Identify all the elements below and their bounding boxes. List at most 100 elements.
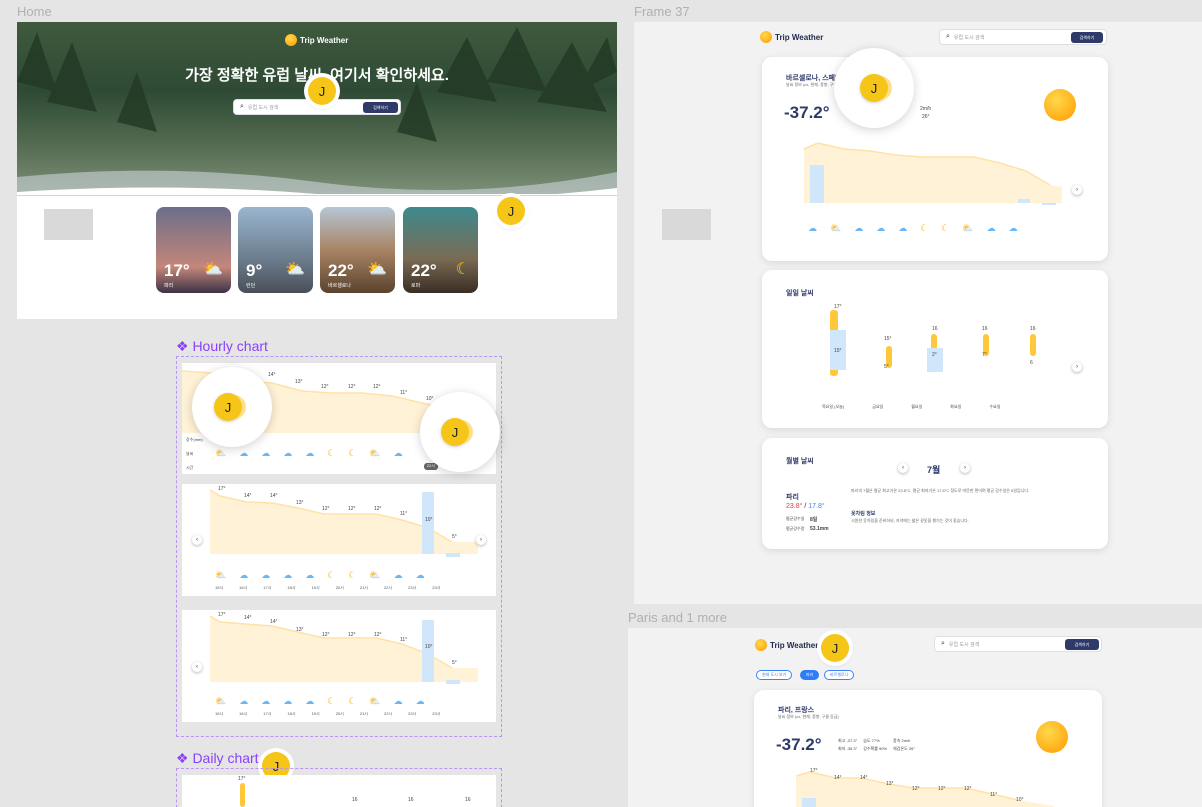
paris-search-button[interactable]: 검색하기 <box>1065 639 1099 650</box>
cloud-rain-icon: ☁ <box>239 570 249 580</box>
feel-value: 26° <box>922 114 930 120</box>
hourly-temp-label: 11° <box>400 637 408 643</box>
cloud-rain-sun-icon: ⛅ <box>285 261 305 278</box>
daily-next-button[interactable]: › <box>1072 362 1082 372</box>
city-card-barcelona[interactable]: 22° 바르셀로나 ⛅ <box>320 207 395 293</box>
hourly-temp-label: 14° <box>244 493 252 499</box>
collaborator-avatar[interactable]: J <box>821 634 849 662</box>
paris-current-card: 파리, 프랑스 날씨 정보 (cx, 현재, 풍향, 구름 등급) -37.2°… <box>754 690 1102 807</box>
daily-temp-bar <box>240 783 245 807</box>
chart-prev-button[interactable]: ‹ <box>192 535 202 545</box>
collaborator-avatar[interactable]: J <box>441 418 469 446</box>
hourly-temp-label: 13° <box>295 379 303 385</box>
clothing-title: 옷차림 정보 <box>851 511 876 517</box>
frame-label-home[interactable]: Home <box>17 4 52 19</box>
chart-next-button[interactable]: › <box>1072 185 1082 195</box>
cloud-moon-icon: ⛅ <box>369 448 381 458</box>
cloud-icon: ☁ <box>283 448 293 458</box>
time-row: 15시 16시 17시 18시 19시 20시 21시 22시 23시 23시 <box>215 711 441 716</box>
cloud-moon-icon: ⛅ <box>369 570 381 580</box>
hourly-temp-label: 12° <box>348 506 356 512</box>
precip-row-label: 강수(mm) <box>186 437 203 442</box>
hourly-temp-label: 13° <box>296 627 304 633</box>
chip-barcelona[interactable]: 바르셀로나 <box>824 670 855 680</box>
frame-label-paris[interactable]: Paris and 1 more <box>628 610 727 625</box>
chip-paris[interactable]: 파리 <box>800 670 820 680</box>
current-temp: -37.2° <box>776 735 822 754</box>
cloud-icon: ☁ <box>261 448 271 458</box>
hourly-chart-variant-3[interactable]: 17° 14° 14° 13° 12° 12° 12° 11° 10° 5° ‹… <box>182 610 496 722</box>
cloud-icon: ☁ <box>415 570 425 580</box>
month-prev-button[interactable]: ‹ <box>898 463 908 473</box>
time-row: 15시 16시 17시 18시 19시 20시 21시 22시 23시 23시 <box>215 585 441 590</box>
moon-icon: ☾ <box>348 696 357 706</box>
daily-days-row: 목요일 (오늘) 금요일 월요일 화요일 수요일 <box>822 404 1001 409</box>
cloud-icon: ☁ <box>305 570 315 580</box>
placeholder-block <box>44 209 93 240</box>
monthly-description: 파리의 7월은 평균 최고기온 23.8°C, 평균 최저기온 17.8°C 정… <box>851 488 1030 493</box>
cloud-moon-icon: ⛅ <box>369 696 381 706</box>
city-card-rome[interactable]: 22° 로마 ☾ <box>403 207 478 293</box>
hourly-temp-label: 10° <box>425 517 433 523</box>
moon-icon: ☾ <box>348 448 357 458</box>
cloud-sun-icon: ⛅ <box>215 448 227 458</box>
weather-icons-row: ⛅ ☁ ☁ ☁ ☁ ☾ ☾ ⛅ ☁ ☁ <box>215 570 425 581</box>
search-icon: ⌕ <box>946 33 950 40</box>
chart-next-button[interactable]: › <box>476 535 486 545</box>
frame37-brand[interactable]: Trip Weather <box>760 31 823 43</box>
time-row-label: 시간 <box>186 465 194 470</box>
current-weather-card: 바르셀로나, 스페인 날씨 정보 (cx, 현재, 풍향, 구름 등급) -37… <box>762 57 1108 261</box>
collaborator-avatar[interactable]: J <box>860 74 888 102</box>
cloud-rain-sun-icon: ⛅ <box>203 261 223 278</box>
paris-brand[interactable]: Trip Weather <box>755 639 818 651</box>
current-temp: -37.2° <box>784 103 830 122</box>
city-subtitle: 날씨 정보 (cx, 현재, 풍향, 구름 등급) <box>778 714 839 719</box>
rain-amount-value: 53.1mm <box>810 526 829 532</box>
daily-title: 일일 날씨 <box>786 290 814 297</box>
frame-label-frame37[interactable]: Frame 37 <box>634 4 690 19</box>
weather-row-label: 날씨 <box>186 451 194 456</box>
month-next-button[interactable]: › <box>960 463 970 473</box>
city-card-london[interactable]: 9° 런던 ⛅ <box>238 207 313 293</box>
search-icon: ⌕ <box>941 640 945 647</box>
placeholder-block <box>662 209 711 240</box>
hourly-temp-label: 17° <box>218 486 226 492</box>
moon-icon: ☾ <box>455 261 470 278</box>
hourly-temp-label: 10° <box>426 396 434 402</box>
daily-temp-bar <box>1030 334 1036 356</box>
monthly-weather-card: 월별 날씨 ‹ 7월 › 파리 23.8° / 17.8° 평균강수일 8일 평… <box>762 438 1108 549</box>
chip-current-city[interactable]: 현재 도시 보기 <box>756 670 793 680</box>
hourly-temp-label: 12° <box>348 384 356 390</box>
hourly-temp-label: 12° <box>348 632 356 638</box>
frame37-search-button[interactable]: 검색하기 <box>1071 32 1103 43</box>
chart-prev-button[interactable]: ‹ <box>192 662 202 672</box>
moon-icon: ☾ <box>327 696 336 706</box>
month-label: 7월 <box>927 465 941 475</box>
sun-icon <box>1036 721 1068 753</box>
weather-icons-row: ⛅ ☁ ☁ ☁ ☁ ☾ ☾ ⛅ ☁ ☁ <box>215 696 425 707</box>
collaborator-avatar[interactable]: J <box>308 77 336 105</box>
hourly-temp-label: 12° <box>374 506 382 512</box>
hourly-chart-variant-2[interactable]: 17° 14° 14° 13° 12° 12° 12° 11° 10° 5° ‹… <box>182 484 496 596</box>
cloud-rain-sun-icon: ⛅ <box>367 261 387 278</box>
home-brand[interactable]: Trip Weather <box>285 34 348 46</box>
wind-value: 2m/h <box>920 106 932 112</box>
cloud-icon: ☁ <box>393 570 403 580</box>
cloud-sun-icon: ⛅ <box>215 570 227 580</box>
collaborator-avatar[interactable]: J <box>214 393 242 421</box>
cloud-icon: ☁ <box>283 696 293 706</box>
daily-chart-variant-1[interactable]: 17° 16 16 16 <box>182 775 496 807</box>
collaborator-avatar[interactable]: J <box>497 197 525 225</box>
hero-divider <box>17 195 617 196</box>
hourly-temp-label: 12° <box>322 632 330 638</box>
moon-icon: ☾ <box>327 448 336 458</box>
hourly-temp-label: 12° <box>322 506 330 512</box>
hourly-temp-label: 5° <box>452 660 457 666</box>
hourly-chart-label[interactable]: ❖ Hourly chart <box>176 338 268 355</box>
city-card-paris[interactable]: 17° 파리 ⛅ <box>156 207 231 293</box>
hourly-temp-label: 14° <box>244 615 252 621</box>
daily-weather-card: 일일 날씨 17° 15° 15° 5° 16 2° 16 7° 16 6 목요… <box>762 270 1108 428</box>
daily-chart-label[interactable]: ❖ Daily chart <box>176 750 259 767</box>
home-search-button[interactable]: 검색하기 <box>363 102 398 113</box>
cloud-icon: ☁ <box>393 696 403 706</box>
